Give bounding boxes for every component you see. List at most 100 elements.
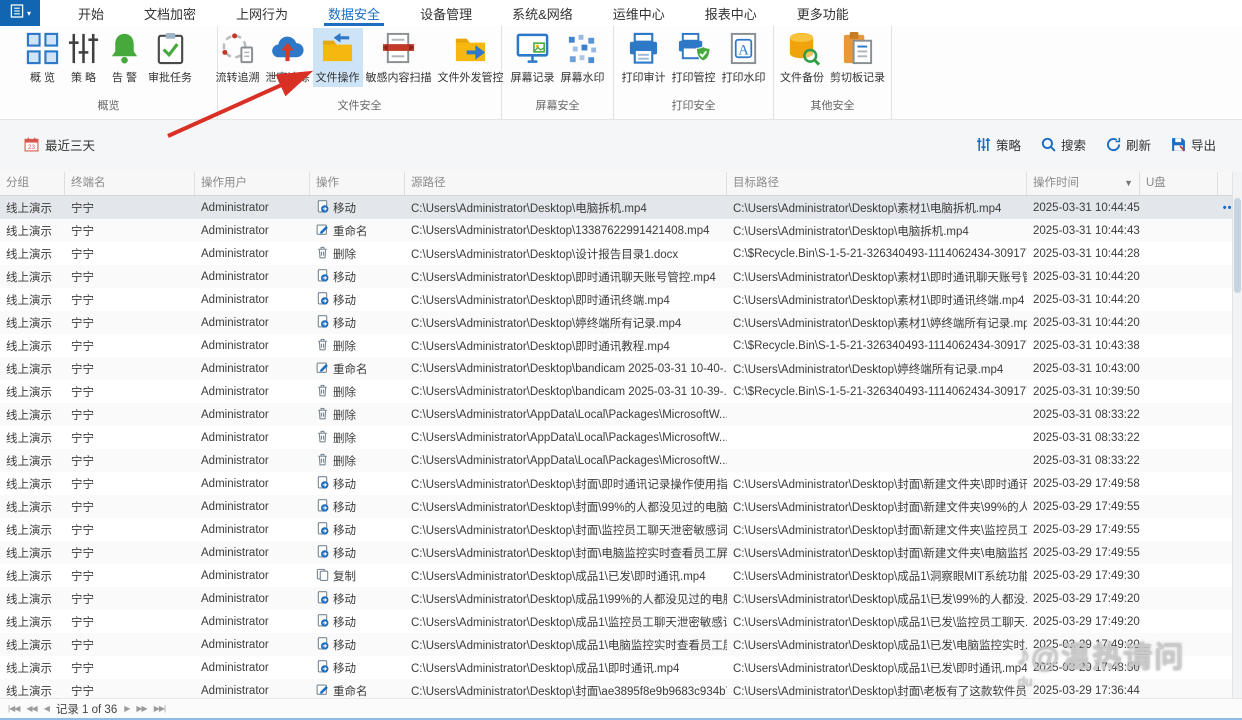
table-row[interactable]: 线上演示宁宁Administrator移动C:\Users\Administra…: [0, 541, 1242, 564]
last-page-button[interactable]: ▶▶|: [154, 704, 165, 713]
column-header-3[interactable]: 操作用户: [195, 172, 310, 195]
column-header-6[interactable]: 目标路径: [727, 172, 1027, 195]
table-row[interactable]: 线上演示宁宁Administrator移动C:\Users\Administra…: [0, 311, 1242, 334]
ribbon-item-approval-tasks[interactable]: 审批任务: [145, 28, 195, 87]
column-header-7[interactable]: 操作时间▼: [1027, 172, 1140, 195]
table-row[interactable]: 线上演示宁宁Administrator删除C:\Users\Administra…: [0, 242, 1242, 265]
table-row[interactable]: 线上演示宁宁Administrator移动C:\Users\Administra…: [0, 656, 1242, 679]
fast-next-button[interactable]: ▶▶: [136, 704, 146, 713]
approval-tasks-icon: [153, 31, 188, 66]
tab-4[interactable]: 数据安全: [308, 0, 400, 26]
ribbon-item-file-operation[interactable]: 文件操作: [313, 28, 363, 87]
table-row[interactable]: 线上演示宁宁Administrator移动C:\Users\Administra…: [0, 495, 1242, 518]
tab-1[interactable]: 开始: [58, 0, 124, 26]
table-row[interactable]: 线上演示宁宁Administrator移动C:\Users\Administra…: [0, 610, 1242, 633]
delete-icon: [316, 453, 329, 469]
cell-op: 移动: [310, 637, 405, 653]
ribbon-item-sensitive-scan[interactable]: 敏感内容扫描: [363, 28, 435, 87]
table-row[interactable]: 线上演示宁宁Administrator移动C:\Users\Administra…: [0, 265, 1242, 288]
tab-6[interactable]: 系统&网络: [492, 0, 593, 26]
cell-time: 2025-03-29 17:49:55: [1027, 524, 1140, 536]
operation-label: 移动: [333, 292, 356, 308]
ribbon-item-file-backup[interactable]: 文件备份: [777, 28, 827, 87]
ribbon-item-label: 剪切板记录: [830, 69, 885, 85]
ribbon-item-print-watermark[interactable]: A打印水印: [719, 28, 769, 87]
ribbon-item-screen-record[interactable]: 屏幕记录: [508, 28, 558, 87]
ribbon-item-overview-grid[interactable]: 概 览: [22, 28, 63, 87]
table-row[interactable]: 线上演示宁宁Administrator移动C:\Users\Administra…: [0, 518, 1242, 541]
next-page-button[interactable]: ▶: [124, 704, 129, 713]
column-header-2[interactable]: 终端名: [65, 172, 195, 195]
table-row[interactable]: 线上演示宁宁Administrator移动C:\Users\Administra…: [0, 288, 1242, 311]
cell-op: 移动: [310, 591, 405, 607]
cell-op: 重命名: [310, 683, 405, 699]
cell-src: C:\Users\Administrator\Desktop\成品1\已发\即时…: [405, 568, 727, 584]
tab-3[interactable]: 上网行为: [216, 0, 308, 26]
table-row[interactable]: 线上演示宁宁Administrator移动C:\Users\Administra…: [0, 587, 1242, 610]
table-row[interactable]: 线上演示宁宁Administrator删除C:\Users\Administra…: [0, 380, 1242, 403]
cell-dst: C:\$Recycle.Bin\S-1-5-21-326340493-11140…: [727, 386, 1027, 398]
ribbon-item-label: 泄密追踪: [266, 69, 310, 85]
cell-terminal: 宁宁: [65, 338, 195, 354]
tool-strip: 23 最近三天 策略 搜索 刷新 导出: [0, 120, 1242, 172]
app-menu-button[interactable]: ▾: [0, 0, 40, 26]
column-header-8[interactable]: U盘: [1140, 172, 1218, 195]
date-range-filter[interactable]: 23 最近三天: [24, 135, 95, 154]
column-header-1[interactable]: 分组: [0, 172, 65, 195]
column-header-5[interactable]: 源路径: [405, 172, 727, 195]
scrollbar-thumb[interactable]: [1234, 198, 1241, 293]
table-row[interactable]: 线上演示宁宁Administrator复制C:\Users\Administra…: [0, 564, 1242, 587]
search-button[interactable]: 搜索: [1041, 135, 1086, 154]
ribbon-group-label: 概览: [0, 95, 217, 119]
first-page-button[interactable]: |◀◀: [8, 704, 19, 713]
vertical-scrollbar[interactable]: [1232, 172, 1242, 699]
ribbon-item-screen-watermark[interactable]: 屏幕水印: [558, 28, 608, 87]
table-row[interactable]: 线上演示宁宁Administrator删除C:\Users\Administra…: [0, 449, 1242, 472]
ribbon-item-file-outgoing[interactable]: 文件外发管控: [435, 28, 507, 87]
tab-8[interactable]: 报表中心: [685, 0, 777, 26]
cell-dst: C:\Users\Administrator\Desktop\封面\新建文件夹\…: [727, 522, 1027, 538]
table-row[interactable]: 线上演示宁宁Administrator移动C:\Users\Administra…: [0, 633, 1242, 656]
sliders-button[interactable]: 策略: [976, 135, 1021, 154]
ribbon-item-flow-trace[interactable]: 流转追溯: [213, 28, 263, 87]
svg-text:A: A: [738, 42, 749, 58]
column-header-4[interactable]: 操作: [310, 172, 405, 195]
tab-9[interactable]: 更多功能: [777, 0, 869, 26]
refresh-button[interactable]: 刷新: [1106, 135, 1151, 154]
ribbon-item-policy-sliders[interactable]: 策 略: [63, 28, 104, 87]
cell-user: Administrator: [195, 363, 310, 375]
cell-op: 移动: [310, 614, 405, 630]
ribbon-item-print-control[interactable]: 打印管控: [669, 28, 719, 87]
fast-prev-button[interactable]: ◀◀: [26, 704, 36, 713]
ribbon-item-alert-bell[interactable]: 告 警: [104, 28, 145, 87]
flow-trace-icon: [220, 31, 255, 66]
ribbon-item-clipboard-record[interactable]: 剪切板记录: [827, 28, 888, 87]
table-row[interactable]: 线上演示宁宁Administrator删除C:\Users\Administra…: [0, 426, 1242, 449]
filter-dropdown-icon[interactable]: ▼: [1120, 172, 1133, 195]
cell-dst: C:\Users\Administrator\Desktop\素材1\即时通讯聊…: [727, 269, 1027, 285]
table-row[interactable]: 线上演示宁宁Administrator移动C:\Users\Administra…: [0, 196, 1242, 219]
cell-src: C:\Users\Administrator\Desktop\设计报告目录1.d…: [405, 246, 727, 262]
table-row[interactable]: 线上演示宁宁Administrator重命名C:\Users\Administr…: [0, 357, 1242, 380]
tab-7[interactable]: 运维中心: [593, 0, 685, 26]
ribbon-item-leak-trace[interactable]: 泄密追踪: [263, 28, 313, 87]
ribbon-item-print-audit[interactable]: 打印审计: [619, 28, 669, 87]
cell-time: 2025-03-29 17:49:20: [1027, 639, 1140, 651]
cell-group: 线上演示: [0, 545, 65, 561]
cell-op: 移动: [310, 522, 405, 538]
cell-user: Administrator: [195, 317, 310, 329]
table-row[interactable]: 线上演示宁宁Administrator删除C:\Users\Administra…: [0, 403, 1242, 426]
export-button[interactable]: 导出: [1171, 135, 1216, 154]
cell-time: 2025-03-31 10:44:28: [1027, 248, 1140, 260]
table-row[interactable]: 线上演示宁宁Administrator移动C:\Users\Administra…: [0, 472, 1242, 495]
tab-5[interactable]: 设备管理: [400, 0, 492, 26]
cell-op: 移动: [310, 269, 405, 285]
table-row[interactable]: 线上演示宁宁Administrator删除C:\Users\Administra…: [0, 334, 1242, 357]
cell-terminal: 宁宁: [65, 660, 195, 676]
prev-page-button[interactable]: ◀: [44, 704, 49, 713]
table-row[interactable]: 线上演示宁宁Administrator重命名C:\Users\Administr…: [0, 219, 1242, 242]
cell-group: 线上演示: [0, 660, 65, 676]
delete-icon: [316, 338, 329, 354]
cell-user: Administrator: [195, 639, 310, 651]
tab-2[interactable]: 文档加密: [124, 0, 216, 26]
